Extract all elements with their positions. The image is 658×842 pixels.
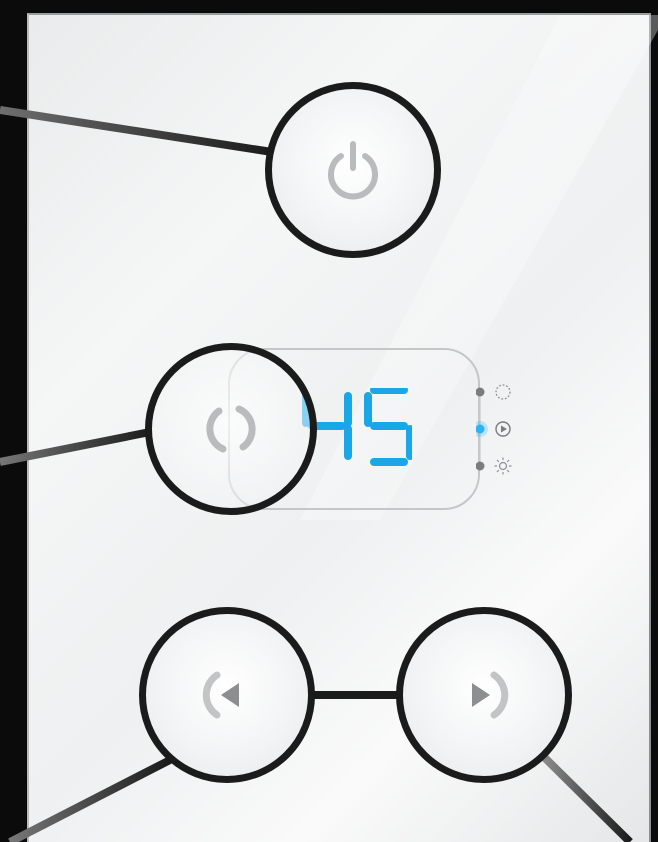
mode-indicator-rail <box>472 384 520 476</box>
dotted-circle-icon <box>495 384 511 400</box>
play-circle-icon <box>495 421 511 437</box>
next-button[interactable] <box>396 607 572 783</box>
power-callout-line <box>0 106 273 156</box>
power-icon <box>328 141 378 200</box>
mode-indicator-dot <box>475 387 485 397</box>
previous-icon <box>202 671 239 719</box>
power-button[interactable] <box>265 82 441 258</box>
mode-dotted-circle[interactable] <box>475 382 520 402</box>
cycle-icon <box>206 405 256 453</box>
mode-indicator-dot <box>475 461 485 471</box>
next-icon <box>472 671 509 719</box>
prev-callout-line <box>8 756 172 842</box>
sun-icon <box>494 457 512 475</box>
mode-button[interactable] <box>145 343 317 515</box>
device-front-panel: 45 <box>0 0 658 842</box>
mode-sun[interactable] <box>475 456 520 476</box>
next-callout-line <box>542 755 633 842</box>
mode-callout-line <box>0 428 151 466</box>
mode-play-circle[interactable] <box>472 419 520 439</box>
previous-button[interactable] <box>139 607 315 783</box>
